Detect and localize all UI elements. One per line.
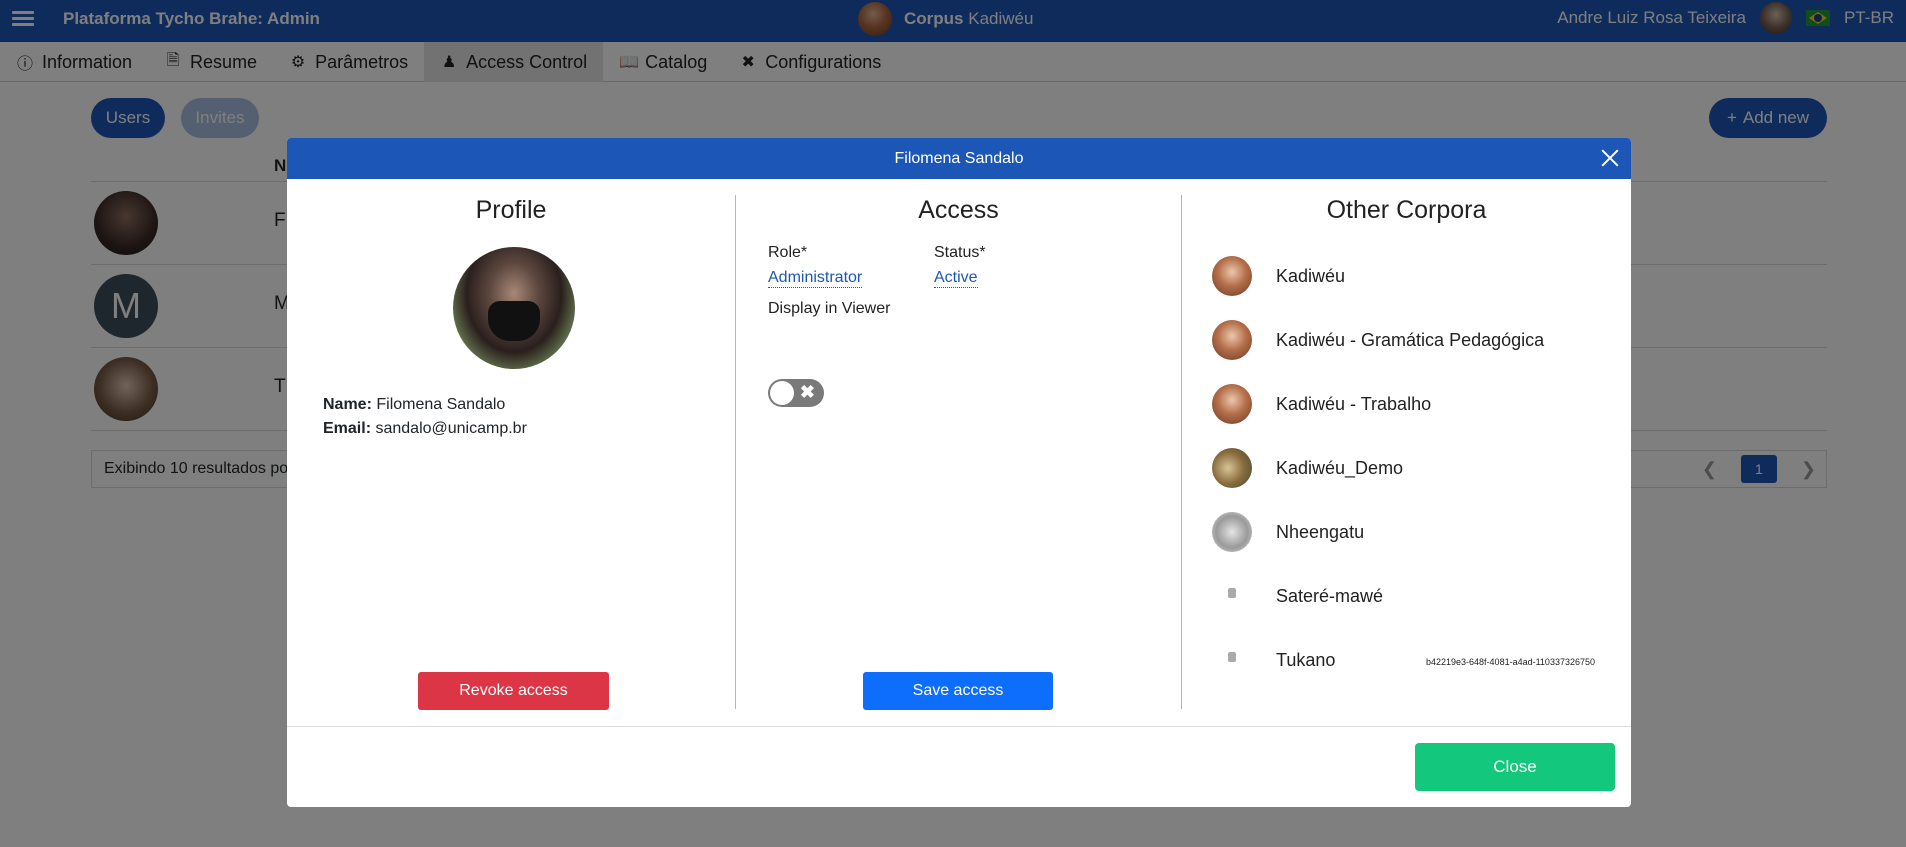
profile-photo bbox=[453, 247, 575, 369]
email-value: sandalo@unicamp.br bbox=[375, 420, 527, 437]
close-button[interactable]: Close bbox=[1415, 743, 1615, 791]
other-corpora-heading: Other Corpora bbox=[1326, 196, 1487, 224]
corpus-item[interactable]: Kadiwéu_Demo bbox=[1212, 447, 1403, 489]
profile-column: Profile Name: Filomena Sandalo Email: sa… bbox=[287, 195, 736, 710]
corpus-avatar bbox=[1212, 448, 1252, 488]
corpus-item[interactable]: Tukano bbox=[1212, 639, 1335, 681]
corpus-item[interactable]: Sateré-mawé bbox=[1212, 575, 1383, 617]
corpus-item[interactable]: Kadiwéu - Gramática Pedagógica bbox=[1212, 319, 1544, 361]
corpus-item[interactable]: Nheengatu bbox=[1212, 511, 1364, 553]
save-access-button[interactable]: Save access bbox=[863, 672, 1053, 710]
modal-title: Filomena Sandalo bbox=[894, 149, 1024, 167]
access-heading: Access bbox=[918, 196, 999, 224]
email-label: Email: bbox=[323, 420, 372, 437]
other-corpora-column: Other Corpora Kadiwéu Kadiwéu - Gramátic… bbox=[1182, 195, 1631, 709]
x-icon: ✖ bbox=[799, 382, 815, 402]
corpus-item[interactable]: Kadiwéu - Trabalho bbox=[1212, 383, 1431, 425]
profile-info: Name: Filomena Sandalo Email: sandalo@un… bbox=[323, 393, 527, 441]
corpus-avatar bbox=[1212, 256, 1252, 296]
revoke-access-button[interactable]: Revoke access bbox=[418, 672, 609, 710]
corpus-item[interactable]: Kadiwéu bbox=[1212, 255, 1345, 297]
corpus-avatar bbox=[1212, 320, 1252, 360]
access-column: Access Role* Administrator Status* Activ… bbox=[736, 195, 1182, 710]
role-label: Role* bbox=[768, 244, 808, 261]
status-label: Status* bbox=[934, 244, 986, 261]
user-uuid: b42219e3-648f-4081-a4ad-110337326750 bbox=[1426, 657, 1595, 667]
corpus-avatar bbox=[1212, 512, 1252, 552]
name-value: Filomena Sandalo bbox=[376, 396, 506, 413]
display-in-viewer-toggle[interactable]: ✖ bbox=[768, 379, 824, 407]
corpus-avatar bbox=[1212, 384, 1252, 424]
status-select[interactable]: Active bbox=[934, 269, 978, 288]
name-label: Name: bbox=[323, 396, 372, 413]
display-in-viewer-label: Display in Viewer bbox=[768, 300, 891, 317]
profile-heading: Profile bbox=[475, 196, 547, 224]
corpus-avatar bbox=[1212, 640, 1252, 680]
toggle-knob bbox=[770, 381, 794, 405]
corpus-avatar bbox=[1212, 576, 1252, 616]
user-modal: Filomena Sandalo Profile Name: Filomena … bbox=[287, 138, 1631, 807]
close-icon[interactable] bbox=[1597, 145, 1623, 171]
role-select[interactable]: Administrator bbox=[768, 269, 863, 288]
modal-footer: Close bbox=[287, 726, 1631, 807]
modal-header: Filomena Sandalo bbox=[287, 138, 1631, 179]
